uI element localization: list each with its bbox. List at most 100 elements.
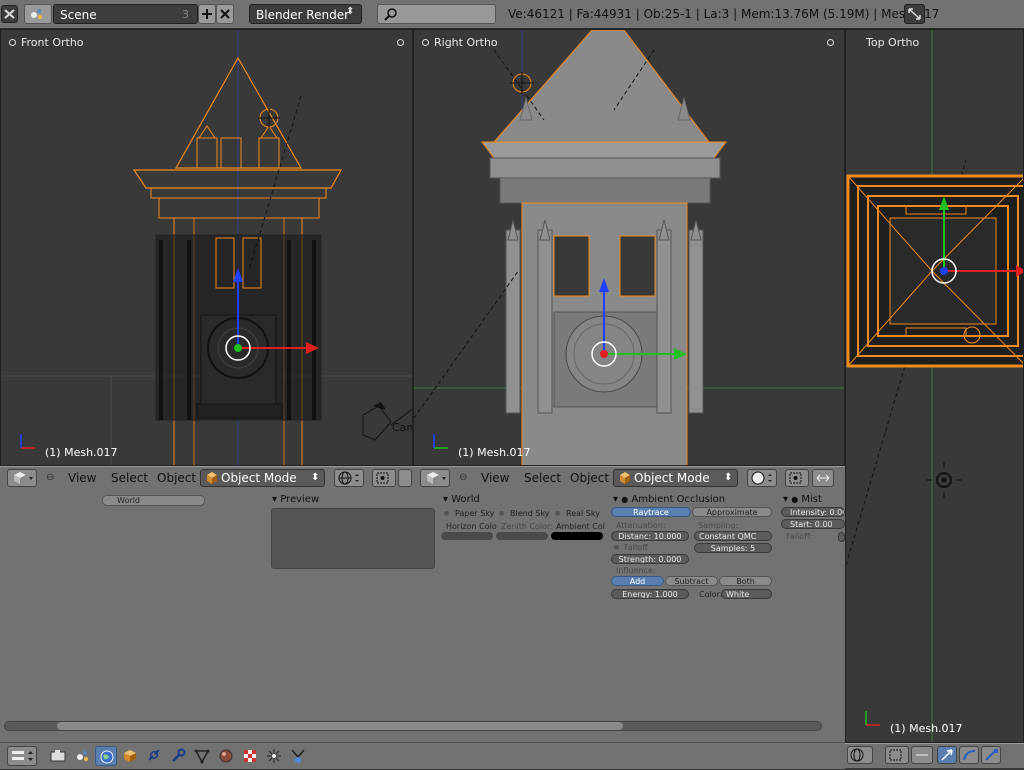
menu-select[interactable]: Select [524, 471, 561, 485]
physics-icon [291, 749, 305, 763]
ao-both-tab[interactable]: Both [719, 576, 772, 586]
mist-intensity-field[interactable]: Intensity: 0.00 [781, 507, 845, 517]
physics-tab[interactable] [287, 746, 309, 766]
preview-panel-header[interactable]: ▾ Preview [272, 494, 319, 505]
editor-type-button[interactable] [1, 5, 18, 23]
ao-distance-field[interactable]: Distanc: 10.000 [611, 531, 689, 541]
mesh-data-tab[interactable] [191, 746, 213, 766]
right-viewport-header: ⊖ View Select Object Object Mode ⬍ [413, 466, 845, 490]
translate-arrow-icon [941, 749, 953, 761]
viewport-shading-select[interactable] [847, 746, 873, 764]
zenith-color-label: Zenith Color: [501, 522, 553, 531]
pivot-point-select[interactable] [372, 469, 396, 487]
mist-falloff-label: Falloff: [786, 532, 813, 541]
viewport-right-ortho[interactable]: Right Ortho (1) Mesh.017 [413, 29, 845, 466]
ao-panel-header[interactable]: ▾ ● Ambient Occlusion [613, 494, 725, 505]
mist-panel-header[interactable]: ▾ ● Mist [783, 494, 822, 505]
zenith-color-swatch[interactable] [496, 532, 548, 540]
material-sphere-icon [219, 749, 233, 763]
pivot-point-select[interactable] [785, 469, 809, 487]
rotate-arc-icon [963, 750, 976, 761]
paper-sky-checkbox[interactable] [444, 511, 449, 516]
world-preview [271, 508, 435, 569]
add-scene-button[interactable] [198, 4, 216, 24]
editor-type-properties-button[interactable] [7, 746, 37, 766]
blend-sky-label: Blend Sky [510, 509, 550, 518]
world-datablock-field[interactable]: World [102, 495, 205, 506]
mode-label: Object Mode [634, 471, 710, 485]
scene-tab[interactable] [71, 746, 93, 766]
object-tab[interactable] [119, 746, 141, 766]
world-panel-header[interactable]: ▾ World [443, 494, 480, 505]
ao-panel-title: Ambient Occlusion [631, 494, 726, 505]
mist-enable-checkbox[interactable]: ● [791, 495, 798, 504]
horizon-color-swatch[interactable] [441, 532, 493, 540]
manipulator-icon [816, 474, 830, 482]
ambient-color-swatch[interactable] [551, 532, 603, 540]
scene-browse-button[interactable] [24, 4, 52, 24]
particles-tab[interactable] [263, 746, 285, 766]
menu-view[interactable]: View [68, 471, 96, 485]
properties-scrollbar-track[interactable] [4, 721, 822, 731]
ao-energy-field[interactable]: Energy: 1.000 [611, 589, 689, 599]
search-input[interactable] [377, 4, 496, 24]
active-object-label: (1) Mesh.017 [45, 446, 118, 459]
menu-view[interactable]: View [481, 471, 509, 485]
collapse-menu-icon[interactable]: ⊖ [46, 472, 54, 483]
viewport-shading-select[interactable] [334, 469, 364, 487]
translate-manipulator-button[interactable] [937, 746, 957, 764]
fullscreen-button[interactable] [904, 4, 925, 24]
editor-type-3dview-button[interactable] [420, 469, 450, 487]
top-view-scene [846, 30, 1023, 742]
scale-manipulator-button[interactable] [981, 746, 1001, 764]
ao-strength-field[interactable]: Strength: 0.000 [611, 554, 689, 564]
paper-sky-label: Paper Sky [455, 509, 495, 518]
manipulator-toggle[interactable] [398, 469, 412, 487]
scene-name-field[interactable]: Scene 3 [53, 4, 198, 24]
mist-falloff-select[interactable] [838, 532, 845, 542]
ao-approximate-tab[interactable]: Approximate [692, 507, 772, 517]
collapse-menu-icon[interactable]: ⊖ [459, 472, 467, 483]
updown-arrow-icon: ⬍ [724, 472, 733, 483]
mist-start-field[interactable]: Start: 0.00 [781, 519, 845, 529]
mode-select[interactable]: Object Mode ⬍ [613, 469, 738, 487]
ao-samples-field[interactable]: Samples: 5 [694, 543, 772, 553]
editor-type-3dview-button[interactable] [7, 469, 37, 487]
blend-sky-checkbox[interactable] [499, 511, 504, 516]
ao-raytrace-tab[interactable]: Raytrace [611, 507, 691, 517]
constraints-tab[interactable] [143, 746, 165, 766]
menu-object[interactable]: Object [570, 471, 609, 485]
viewport-front-ortho[interactable]: Front Ortho Can (1) Mesh.017 [0, 29, 413, 466]
texture-tab[interactable] [239, 746, 261, 766]
real-sky-checkbox[interactable] [555, 511, 560, 516]
render-engine-select[interactable]: Blender Render ⬍ [249, 4, 362, 24]
ao-subtract-tab[interactable]: Subtract [665, 576, 718, 586]
viewport-top-ortho[interactable]: Top Ortho (1) Mesh.017 [845, 29, 1024, 743]
3d-view-icon [427, 472, 446, 484]
rotate-manipulator-button[interactable] [959, 746, 979, 764]
render-engine-label: Blender Render [256, 8, 350, 22]
pivot-point-select[interactable] [885, 746, 909, 764]
remove-scene-button[interactable] [216, 4, 234, 24]
right-view-scene [414, 30, 844, 465]
ao-enable-checkbox[interactable]: ● [621, 495, 628, 504]
ao-sampling-select[interactable]: Constant QMC [694, 531, 772, 541]
fullscreen-icon [908, 8, 921, 20]
properties-editor: World ▾ Preview ▾ World Paper Sky Blend … [0, 490, 845, 742]
plus-icon [202, 9, 212, 19]
properties-scrollbar-thumb[interactable] [57, 722, 623, 730]
ao-falloff-checkbox[interactable] [614, 545, 619, 550]
manipulator-toggle[interactable] [812, 469, 834, 487]
menu-object[interactable]: Object [157, 471, 196, 485]
manipulator-toggle[interactable] [911, 746, 933, 764]
mode-select[interactable]: Object Mode ⬍ [200, 469, 325, 487]
modifiers-tab[interactable] [167, 746, 189, 766]
material-tab[interactable] [215, 746, 237, 766]
world-tab[interactable] [95, 746, 117, 766]
menu-select[interactable]: Select [111, 471, 148, 485]
viewport-shading-select[interactable] [747, 469, 777, 487]
render-tab[interactable] [47, 746, 69, 766]
ao-color-select[interactable]: White [721, 589, 772, 599]
mesh-triangle-icon [194, 749, 210, 764]
ao-add-tab[interactable]: Add [611, 576, 664, 586]
